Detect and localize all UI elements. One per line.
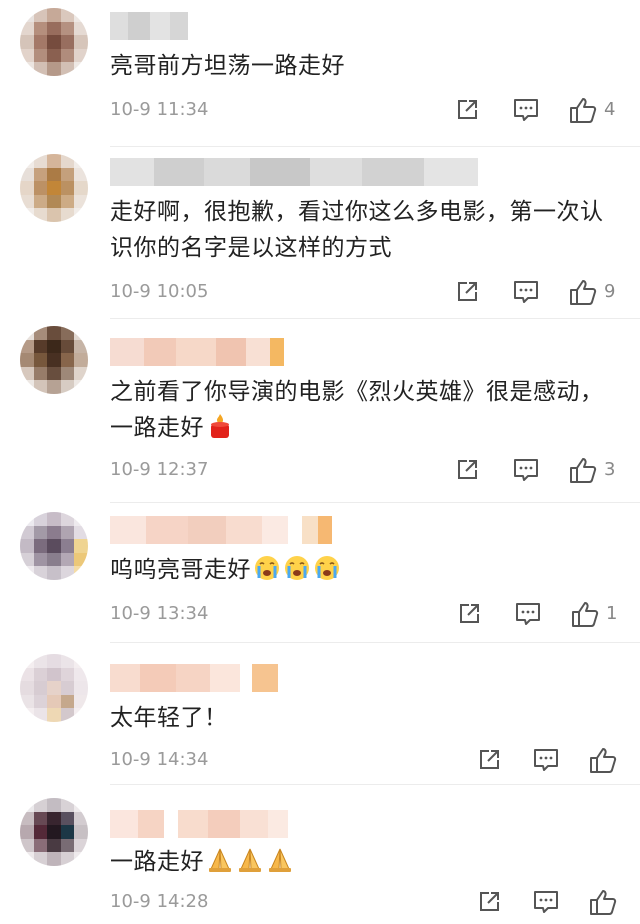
comment-meta: 10-9 10:05 9 xyxy=(110,278,640,306)
like-button[interactable]: 1 xyxy=(570,600,617,628)
comment-text: 呜呜亮哥走好 xyxy=(110,552,616,588)
reply-button[interactable] xyxy=(532,746,560,774)
divider xyxy=(110,642,640,643)
repost-button[interactable] xyxy=(456,600,482,628)
avatar[interactable] xyxy=(20,326,88,394)
comment-icon xyxy=(534,891,558,913)
comment-text: 太年轻了！ xyxy=(110,705,228,731)
comment-meta: 10-9 13:34 1 xyxy=(110,600,640,628)
comment-text-content: 呜呜亮哥走好 xyxy=(110,557,251,583)
avatar[interactable] xyxy=(20,512,88,580)
username[interactable] xyxy=(110,664,278,692)
comment-item: 一路走好 10-9 14:28 xyxy=(0,786,640,924)
crying-emoji xyxy=(285,556,309,580)
comment-item: 呜呜亮哥走好 10-9 13:34 1 xyxy=(0,504,640,644)
share-icon xyxy=(480,892,499,911)
timestamp: 10-9 12:37 xyxy=(110,459,209,480)
comment-item: 走好啊，很抱歉，看过你这么多电影，第一次认识你的名字是以这样的方式 10-9 1… xyxy=(0,148,640,320)
comment-text: 亮哥前方坦荡一路走好 xyxy=(110,53,345,79)
pray-emoji xyxy=(239,848,261,872)
comment-text-content: 一路走好 xyxy=(110,849,204,875)
thumbs-up-icon xyxy=(570,98,597,123)
comment-meta: 10-9 14:34 xyxy=(110,746,640,774)
avatar[interactable] xyxy=(20,654,88,722)
comment-icon xyxy=(514,281,538,303)
repost-button[interactable] xyxy=(454,96,480,124)
like-button[interactable] xyxy=(588,888,624,916)
like-button[interactable]: 3 xyxy=(568,456,615,484)
avatar[interactable] xyxy=(20,154,88,222)
thumbs-up-icon xyxy=(570,458,597,483)
repost-button[interactable] xyxy=(454,278,480,306)
comment-meta: 10-9 14:28 xyxy=(110,888,640,916)
comment-item: 亮哥前方坦荡一路走好 10-9 11:34 4 xyxy=(0,0,640,148)
reply-button[interactable] xyxy=(512,96,540,124)
like-count: 1 xyxy=(606,603,618,624)
thumbs-up-icon xyxy=(570,280,597,305)
thumbs-up-icon xyxy=(590,890,617,915)
comment-meta: 10-9 11:34 4 xyxy=(110,96,640,124)
comment-text: 走好啊，很抱歉，看过你这么多电影，第一次认识你的名字是以这样的方式 xyxy=(110,199,604,261)
username[interactable] xyxy=(110,516,332,544)
comment-icon xyxy=(534,749,558,771)
divider xyxy=(110,146,640,147)
comment-item: 之前看了你导演的电影《烈火英雄》很是感动，一路走好 10-9 12:37 3 xyxy=(0,320,640,504)
divider xyxy=(110,502,640,503)
like-button[interactable]: 9 xyxy=(568,278,615,306)
avatar[interactable] xyxy=(20,798,88,866)
like-count: 3 xyxy=(604,459,616,480)
crying-emoji xyxy=(255,556,279,580)
reply-button[interactable] xyxy=(514,600,542,628)
like-count: 9 xyxy=(604,281,616,302)
reply-button[interactable] xyxy=(512,456,540,484)
like-count: 4 xyxy=(604,99,616,120)
divider xyxy=(110,318,640,319)
comment-text-content: 之前看了你导演的电影《烈火英雄》很是感动，一路走好 xyxy=(110,379,604,441)
comment-item: 太年轻了！ 10-9 14:34 xyxy=(0,644,640,786)
candle-emoji xyxy=(211,414,229,438)
comment-icon xyxy=(514,99,538,121)
divider xyxy=(110,784,640,785)
timestamp: 10-9 14:34 xyxy=(110,749,209,770)
comment-text: 一路走好 xyxy=(110,844,616,880)
share-icon xyxy=(458,460,477,479)
pray-emoji xyxy=(269,848,291,872)
repost-button[interactable] xyxy=(454,456,480,484)
timestamp: 10-9 10:05 xyxy=(110,281,209,302)
username[interactable] xyxy=(110,810,288,838)
comment-icon xyxy=(514,459,538,481)
like-button[interactable] xyxy=(588,746,624,774)
timestamp: 10-9 14:28 xyxy=(110,891,209,912)
comment-icon xyxy=(516,603,540,625)
timestamp: 10-9 13:34 xyxy=(110,603,209,624)
like-button[interactable]: 4 xyxy=(568,96,615,124)
avatar[interactable] xyxy=(20,8,88,76)
repost-button[interactable] xyxy=(476,888,502,916)
timestamp: 10-9 11:34 xyxy=(110,99,209,120)
pray-emoji xyxy=(209,848,231,872)
comment-text: 之前看了你导演的电影《烈火英雄》很是感动，一路走好 xyxy=(110,374,616,446)
username[interactable] xyxy=(110,158,478,186)
reply-button[interactable] xyxy=(532,888,560,916)
username[interactable] xyxy=(110,338,284,366)
share-icon xyxy=(458,100,477,119)
share-icon xyxy=(458,282,477,301)
thumbs-up-icon xyxy=(590,748,617,773)
comment-meta: 10-9 12:37 3 xyxy=(110,456,640,484)
username[interactable] xyxy=(110,12,188,40)
comment-feed: 亮哥前方坦荡一路走好 10-9 11:34 4 走好啊，很抱歉，看过你这么多电影… xyxy=(0,0,640,924)
repost-button[interactable] xyxy=(476,746,502,774)
thumbs-up-icon xyxy=(572,602,599,627)
share-icon xyxy=(480,750,499,769)
crying-emoji xyxy=(315,556,339,580)
share-icon xyxy=(460,604,479,623)
reply-button[interactable] xyxy=(512,278,540,306)
